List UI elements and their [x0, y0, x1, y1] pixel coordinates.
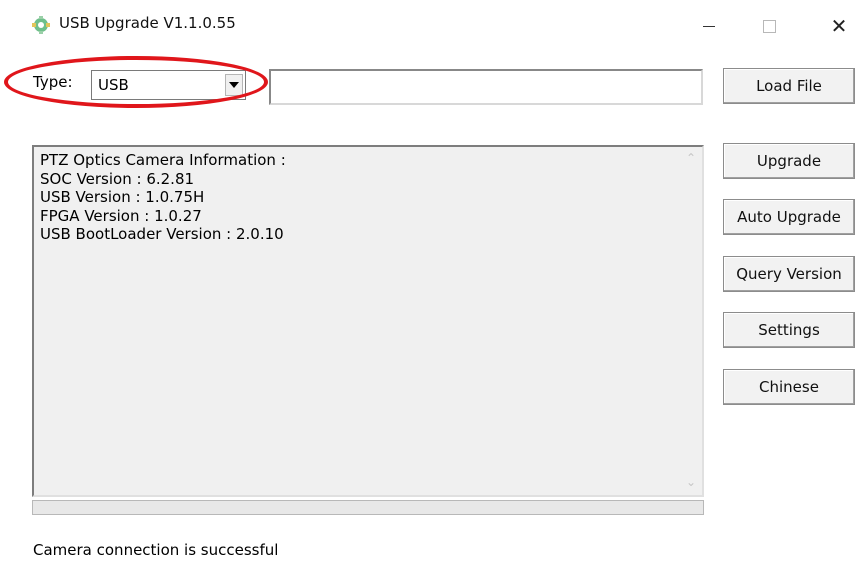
info-line: USB Version : 1.0.75H: [40, 188, 205, 206]
app-gear-icon: [32, 16, 50, 34]
scroll-up-icon[interactable]: ⌃: [684, 151, 698, 165]
scroll-down-icon[interactable]: ⌄: [684, 475, 698, 489]
upgrade-progress-bar: [32, 500, 704, 515]
type-selected-value: USB: [98, 76, 129, 94]
query-version-button[interactable]: Query Version: [723, 256, 855, 292]
camera-info-text: PTZ Optics Camera Information : SOC Vers…: [40, 151, 286, 244]
close-icon: ✕: [830, 14, 848, 38]
info-line: USB BootLoader Version : 2.0.10: [40, 225, 284, 243]
chevron-down-icon: [229, 82, 239, 88]
title-bar[interactable]: USB Upgrade V1.1.0.55 ✕: [0, 0, 865, 52]
type-dropdown[interactable]: USB: [91, 70, 246, 100]
maximize-button[interactable]: [746, 8, 792, 44]
vertical-scrollbar[interactable]: ⌃ ⌄: [680, 147, 702, 495]
info-line: FPGA Version : 1.0.27: [40, 206, 202, 225]
info-line: SOC Version : 6.2.81: [40, 169, 195, 188]
minimize-icon: [703, 25, 715, 27]
close-button[interactable]: ✕: [816, 8, 862, 44]
type-label: Type:: [33, 73, 73, 91]
dropdown-arrow-button[interactable]: [225, 74, 243, 96]
chinese-language-button[interactable]: Chinese: [723, 369, 855, 405]
upgrade-button[interactable]: Upgrade: [723, 143, 855, 179]
info-line: PTZ Optics Camera Information :: [40, 151, 286, 169]
maximize-icon: [762, 19, 776, 33]
auto-upgrade-button[interactable]: Auto Upgrade: [723, 199, 855, 235]
file-path-input[interactable]: [269, 69, 703, 105]
usb-upgrade-window: USB Upgrade V1.1.0.55 ✕ Type: USB Load F…: [0, 0, 865, 584]
camera-info-textarea[interactable]: PTZ Optics Camera Information : SOC Vers…: [32, 145, 704, 497]
settings-button[interactable]: Settings: [723, 312, 855, 348]
load-file-button[interactable]: Load File: [723, 68, 855, 104]
window-title: USB Upgrade V1.1.0.55: [59, 14, 236, 32]
minimize-button[interactable]: [686, 8, 732, 44]
status-message: Camera connection is successful: [33, 541, 279, 559]
